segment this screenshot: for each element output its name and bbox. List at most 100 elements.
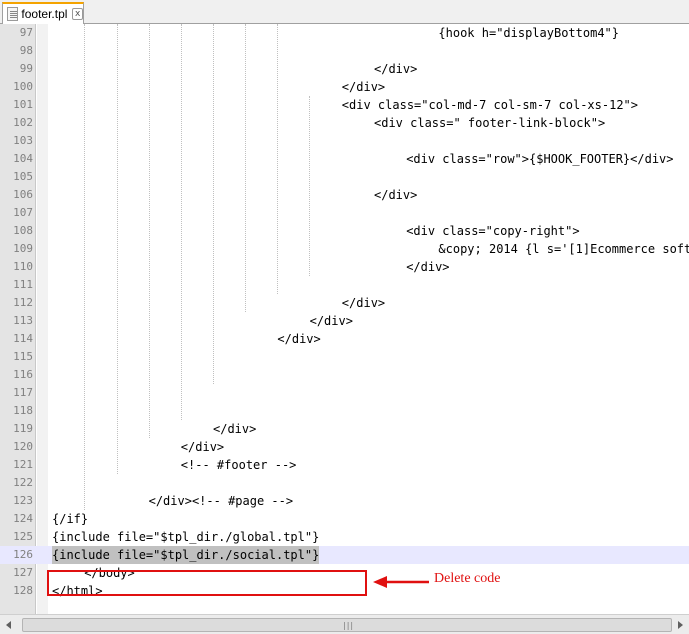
code-text: </div><!-- #page --> [148,494,294,508]
line-number: 123 [13,494,33,507]
scrollbar-thumb[interactable]: ||| [22,618,672,632]
indent-guide [181,24,182,420]
code-line[interactable]: 126 {include file="$tpl_dir./social.tpl"} [0,546,689,564]
scroll-left-icon[interactable] [2,618,16,632]
code-line[interactable]: 116 [0,366,689,384]
code-line[interactable]: 122 [0,474,689,492]
line-number: 102 [13,116,33,129]
line-number: 104 [13,152,33,165]
line-number: 124 [13,512,33,525]
tab-footer-tpl[interactable]: footer.tpl x [2,2,84,24]
highlight-box [47,570,367,596]
code-line[interactable]: 120 </div> [0,438,689,456]
indent-guide [245,24,246,312]
code-line[interactable]: 114 </div> [0,330,689,348]
tab-bar: footer.tpl x [0,0,689,24]
line-number: 107 [13,206,33,219]
code-text: {/if} [52,512,89,526]
line-number: 122 [13,476,33,489]
code-line[interactable]: 118 [0,402,689,420]
line-number: 105 [13,170,33,183]
line-number: 110 [13,260,33,273]
line-number: 109 [13,242,33,255]
line-number: 99 [19,62,33,75]
line-number: 111 [13,278,33,291]
line-number: 108 [13,224,33,237]
code-line[interactable]: 101 <div class="col-md-7 col-sm-7 col-xs-… [0,96,689,114]
line-number: 98 [19,44,33,57]
code-editor[interactable]: 97 {hook h="displayBottom4"} 98 99 </div> 100… [0,24,689,614]
line-number: 127 [13,566,33,579]
line-number: 119 [13,422,33,435]
code-line[interactable]: 110 </div> [0,258,689,276]
code-text: </div> [406,260,450,274]
code-text: {hook h="displayBottom4"} [438,26,620,40]
code-text: <div class=" footer-link-block"> [374,116,606,130]
line-number: 106 [13,188,33,201]
code-text: {include file="$tpl_dir./global.tpl"} [52,530,320,544]
code-line[interactable]: 123 </div><!-- #page --> [0,492,689,510]
indent-guide [149,24,150,438]
code-text: <div class="row">{$HOOK_FOOTER}</div> [406,152,674,166]
code-text: </div> [213,422,257,436]
tab-label: footer.tpl [21,7,68,21]
line-number: 121 [13,458,33,471]
code-line[interactable]: 98 [0,42,689,60]
code-line[interactable]: 113 </div> [0,312,689,330]
arrow-left-icon [373,576,429,588]
code-text: </div> [180,440,225,454]
code-text: <div class="copy-right"> [406,224,580,238]
line-number: 100 [13,80,33,93]
code-line[interactable]: 125 {include file="$tpl_dir./global.tpl"} [0,528,689,546]
code-text: </div> [341,80,386,94]
line-number: 113 [13,314,33,327]
code-line[interactable]: 117 [0,384,689,402]
selected-code: {include file="$tpl_dir./social.tpl"} [52,546,320,564]
code-text: <div class="col-md-7 col-sm-7 col-xs-12"… [341,98,639,112]
line-number: 103 [13,134,33,147]
grip-icon: ||| [343,621,355,630]
line-number: 120 [13,440,33,453]
code-line[interactable]: 97 {hook h="displayBottom4"} [0,24,689,42]
code-line[interactable]: 124 {/if} [0,510,689,528]
code-line[interactable]: 111 [0,276,689,294]
code-line[interactable]: 109&copy; 2014 {l s='[1]Ecommerce softwa… [0,240,689,258]
code-text: </div> [374,62,418,76]
code-line[interactable]: 119 </div> [0,420,689,438]
code-line[interactable]: 107 [0,204,689,222]
indent-guide [309,96,310,276]
code-text: </div> [309,314,353,328]
line-number: 125 [13,530,33,543]
line-number: 112 [13,296,33,309]
code-line[interactable]: 108 <div class="copy-right"> [0,222,689,240]
code-line[interactable]: 103 [0,132,689,150]
line-number: 114 [13,332,33,345]
annotation-note: Delete code [434,571,501,586]
close-icon[interactable]: x [72,8,83,20]
code-line[interactable]: 121 <!-- #footer --> [0,456,689,474]
code-line[interactable]: 115 [0,348,689,366]
code-text: </div> [277,332,321,346]
line-number: 116 [13,368,33,381]
code-line[interactable]: 112 </div> [0,294,689,312]
code-line[interactable]: 100 </div> [0,78,689,96]
horizontal-scrollbar[interactable]: ||| [0,614,689,634]
line-number: 97 [19,26,33,39]
line-number: 117 [13,386,33,399]
line-number: 128 [13,584,33,597]
code-line[interactable]: 99 </div> [0,60,689,78]
code-text: </div> [341,296,386,310]
indent-guide [84,24,85,510]
line-number: 126 [13,548,33,561]
line-number: 101 [13,98,33,111]
code-text: <!-- #footer --> [180,458,297,472]
code-line[interactable]: 104 <div class="row">{$HOOK_FOOTER}</div> [0,150,689,168]
file-icon [7,7,19,21]
code-text: </div> [374,188,418,202]
code-line[interactable]: 102 <div class=" footer-link-block"> [0,114,689,132]
code-line[interactable]: 105 [0,168,689,186]
line-number: 115 [13,350,33,363]
line-number: 118 [13,404,33,417]
scroll-right-icon[interactable] [673,618,687,632]
code-line[interactable]: 106 </div> [0,186,689,204]
